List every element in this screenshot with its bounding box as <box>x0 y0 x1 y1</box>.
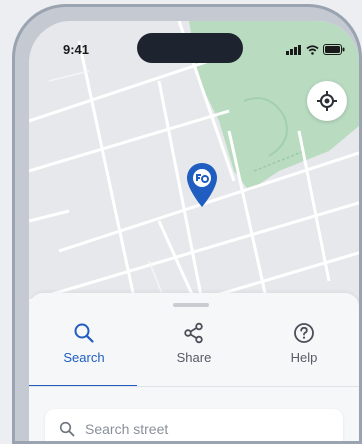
status-time: 9:41 <box>63 42 90 57</box>
tab-search[interactable]: Search <box>29 317 139 387</box>
tab-share[interactable]: Share <box>139 317 249 387</box>
tab-divider <box>29 386 359 387</box>
signal-icon <box>286 44 301 55</box>
tab-help-label: Help <box>290 350 318 365</box>
tab-bar: Search Share Help <box>29 317 359 387</box>
phone-frame: 9:41 Search Share Help Search street <box>12 4 362 444</box>
search-input[interactable] <box>83 420 307 438</box>
sheet-drag-handle[interactable] <box>173 303 209 307</box>
locate-button[interactable] <box>307 81 347 121</box>
phone-screen: 9:41 Search Share Help Search street <box>29 21 359 441</box>
help-icon <box>294 323 314 343</box>
bottom-sheet: Search Share Help Search street <box>29 293 359 441</box>
dynamic-island <box>137 33 243 63</box>
crosshair-icon <box>317 91 337 111</box>
share-icon <box>184 322 203 344</box>
tab-search-label: Search <box>63 350 105 365</box>
status-bar: 9:41 <box>29 33 359 63</box>
tab-share-label: Share <box>176 350 212 365</box>
search-icon <box>59 421 75 437</box>
search-box[interactable] <box>45 409 343 441</box>
battery-icon <box>323 44 345 55</box>
status-icons <box>286 44 345 55</box>
map-pin-icon[interactable] <box>185 161 219 209</box>
search-icon <box>74 323 94 343</box>
tab-help[interactable]: Help <box>249 317 359 387</box>
wifi-icon <box>306 44 319 55</box>
